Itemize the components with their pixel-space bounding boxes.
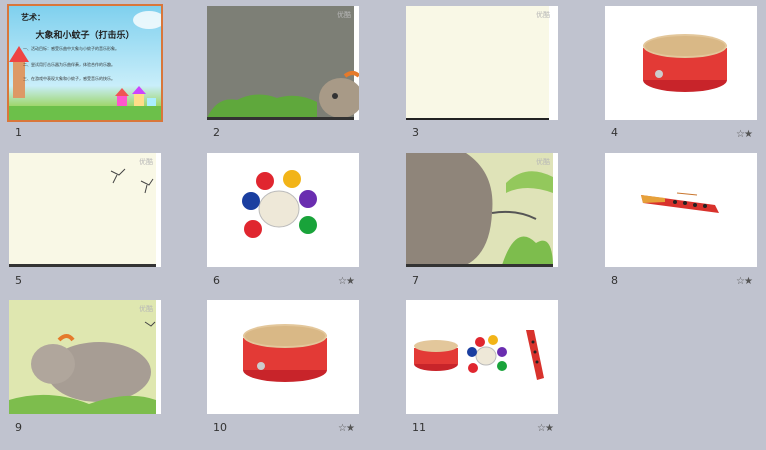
slide-number: 9 xyxy=(15,421,22,434)
slide-number: 7 xyxy=(412,274,419,287)
slide-1-title: 艺术： xyxy=(21,13,45,22)
slide-1-line: 一、活动目标：感受乐曲中大象与小蚊子的音乐形象。 xyxy=(23,46,119,51)
watermark: 优酷 xyxy=(536,12,550,19)
animation-star-icon[interactable]: ☆★ xyxy=(338,423,355,434)
slide-number: 4 xyxy=(611,126,618,139)
slide-number: 3 xyxy=(412,126,419,139)
slide-number: 6 xyxy=(213,274,220,287)
sleeping-elephant-illustration xyxy=(9,300,161,414)
drum-image xyxy=(643,34,727,92)
slide-thumbnail-4[interactable] xyxy=(605,6,757,120)
blank-background xyxy=(406,6,558,120)
watermark: 优酷 xyxy=(337,12,351,19)
watermark: 优酷 xyxy=(536,159,550,166)
animation-star-icon[interactable]: ☆★ xyxy=(537,423,554,434)
slide-1-subtitle: 大象和小蚊子（打击乐） xyxy=(35,30,135,40)
watermark: 优酷 xyxy=(139,306,153,313)
slide-number: 8 xyxy=(611,274,618,287)
slide-thumbnail-1[interactable]: 艺术： 大象和小蚊子（打击乐） 一、活动目标：感受乐曲中大象与小蚊子的音乐形象。… xyxy=(7,4,163,122)
slide-thumbnail-10[interactable] xyxy=(207,300,359,414)
slide-number: 1 xyxy=(15,126,22,139)
slide-thumbnail-8[interactable] xyxy=(605,153,757,267)
slide-number: 5 xyxy=(15,274,22,287)
instruments-image xyxy=(414,330,544,380)
slide-thumbnail-7[interactable]: 优酷 xyxy=(406,153,558,267)
slide-number: 11 xyxy=(412,421,426,434)
slide-thumbnail-11[interactable] xyxy=(406,300,558,414)
animation-star-icon[interactable]: ☆★ xyxy=(338,276,355,287)
elephant-illustration xyxy=(406,153,558,267)
animation-star-icon[interactable]: ☆★ xyxy=(736,276,753,287)
slide-1-line: 二、尝试用打击乐器为乐曲伴奏，体验合作的乐趣。 xyxy=(23,62,115,67)
slide-number: 10 xyxy=(213,421,227,434)
bells-image xyxy=(242,170,317,238)
slide-thumbnail-3[interactable]: 优酷 xyxy=(406,6,558,120)
slide-1-line: 三、在游戏中表现大象和小蚊子，感受音乐的快乐。 xyxy=(23,76,115,81)
slide-number: 2 xyxy=(213,126,220,139)
slide-thumbnail-2[interactable]: 优酷 xyxy=(207,6,359,120)
watermark: 优酷 xyxy=(139,159,153,166)
mosquito-illustration xyxy=(9,153,161,267)
slide-thumbnail-6[interactable] xyxy=(207,153,359,267)
animation-star-icon[interactable]: ☆★ xyxy=(736,129,753,140)
drum-image xyxy=(243,324,327,382)
slide-thumbnail-5[interactable]: 优酷 xyxy=(9,153,161,267)
slide-thumbnail-9[interactable]: 优酷 xyxy=(9,300,161,414)
grass-elephant-illustration xyxy=(207,6,359,120)
flute-image xyxy=(641,192,719,213)
